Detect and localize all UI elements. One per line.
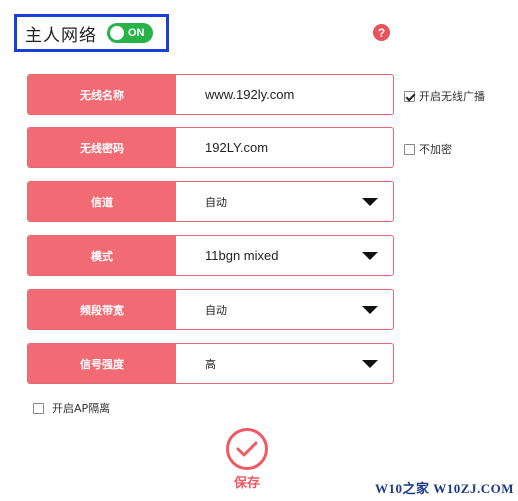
ssid-value: www.192ly.com [205,87,295,102]
password-input[interactable]: 192LY.com [176,128,393,167]
signal-strength-select[interactable]: 高 [176,344,393,383]
broadcast-checkbox-group[interactable]: 开启无线广播 [404,88,485,104]
bandwidth-row: 频段带宽 自动 [27,289,394,330]
broadcast-label: 开启无线广播 [419,90,485,103]
save-button[interactable]: 保存 [222,428,272,491]
signal-strength-row: 信号强度 高 [27,343,394,384]
ap-isolation-checkbox[interactable] [33,402,44,414]
chevron-down-icon [362,360,378,368]
channel-row: 信道 自动 [27,181,394,222]
broadcast-checkbox[interactable] [404,90,415,102]
mode-label: 模式 [28,236,176,275]
host-network-header: 主人网络 ON [14,14,169,52]
chevron-down-icon [362,198,378,206]
signal-strength-value: 高 [205,357,216,371]
toggle-label: ON [128,27,145,39]
checkmark-icon [226,428,268,470]
channel-value: 自动 [205,195,227,209]
channel-label: 信道 [28,182,176,221]
chevron-down-icon [362,306,378,314]
ssid-row: 无线名称 www.192ly.com [27,74,394,115]
help-icon[interactable]: ? [373,24,390,41]
page: 主人网络 ON ? 无线名称 www.192ly.com 开启无线广播 无线密码… [0,0,518,501]
toggle-knob [110,26,124,40]
no-encrypt-checkbox-group[interactable]: 不加密 [404,141,452,157]
ssid-input[interactable]: www.192ly.com [176,75,393,114]
chevron-down-icon [362,252,378,260]
page-title: 主人网络 [25,25,97,46]
bandwidth-label: 频段带宽 [28,290,176,329]
bandwidth-select[interactable]: 自动 [176,290,393,329]
password-label: 无线密码 [28,128,176,167]
mode-row: 模式 11bgn mixed [27,235,394,276]
bandwidth-value: 自动 [205,303,227,317]
ssid-label: 无线名称 [28,75,176,114]
no-encrypt-checkbox[interactable] [404,143,415,155]
network-toggle[interactable]: ON [107,23,153,43]
password-value: 192LY.com [205,140,269,155]
watermark: W10之家 W10ZJ.COM [375,481,514,496]
ap-isolation-checkbox-group[interactable]: 开启AP隔离 [33,400,110,416]
channel-select[interactable]: 自动 [176,182,393,221]
signal-strength-label: 信号强度 [28,344,176,383]
ap-isolation-label: 开启AP隔离 [52,402,111,415]
no-encrypt-label: 不加密 [419,143,452,156]
save-label: 保存 [233,476,260,491]
mode-select[interactable]: 11bgn mixed [176,236,393,275]
password-row: 无线密码 192LY.com [27,127,394,168]
mode-value: 11bgn mixed [205,248,279,263]
